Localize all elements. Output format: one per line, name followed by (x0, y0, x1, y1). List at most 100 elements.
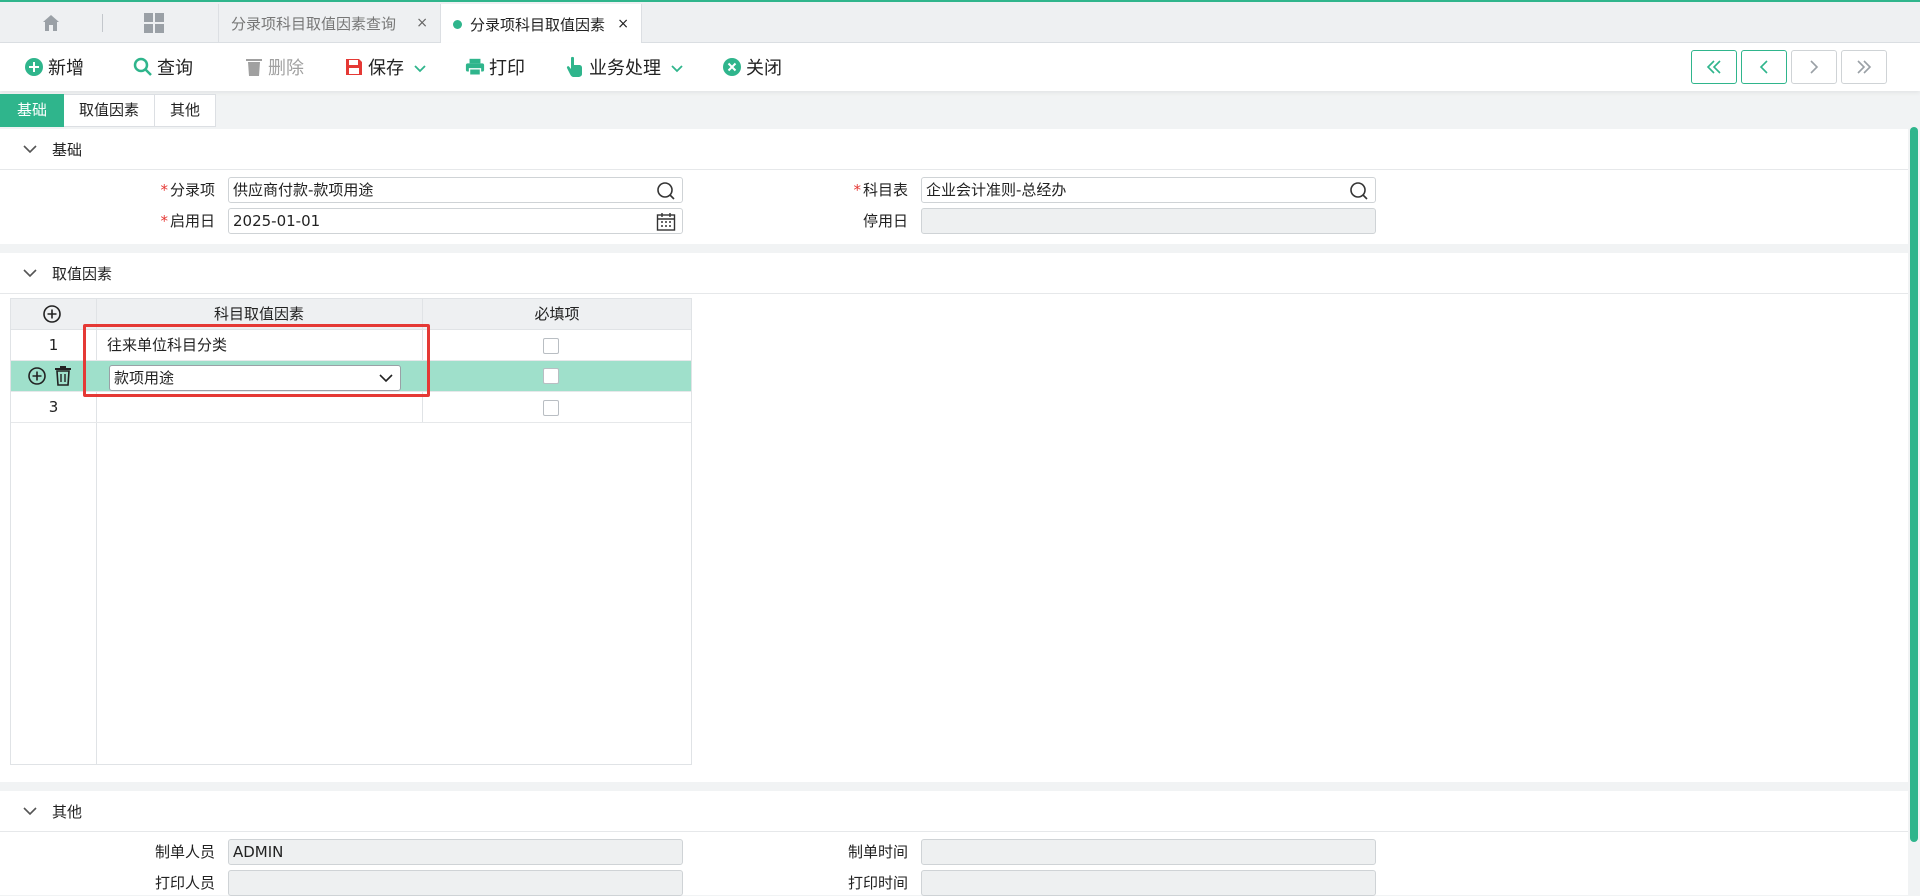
tab-factor-edit[interactable]: 分录项科目取值因素 × (440, 4, 642, 44)
new-button-label: 新增 (48, 58, 84, 79)
stop-date-field (921, 208, 1376, 234)
insert-row-icon[interactable] (27, 366, 47, 390)
last-record-button[interactable] (1841, 50, 1887, 84)
delete-button[interactable]: 删除 (244, 55, 304, 79)
stop-date-label: 停用日 (862, 212, 908, 230)
grid-col-required: 必填项 (534, 305, 580, 323)
chevron-left-icon (1759, 60, 1768, 74)
basic-section-title: 基础 (52, 140, 83, 159)
next-record-button[interactable] (1791, 50, 1837, 84)
chevron-down-icon (20, 806, 40, 816)
tab-factor-query[interactable]: 分录项科目取值因素查询 × (218, 4, 440, 42)
basic-panel: 基础 * 分录项 供应商付款-款项用途 * 科目表 企业会计准则-总经办 * 启用日 … (0, 129, 1908, 244)
required-mark: * (853, 181, 861, 199)
creator-label: 制单人员 (154, 843, 215, 861)
table-row[interactable]: 3 (11, 392, 691, 423)
entry-item-label: * 分录项 (105, 177, 215, 203)
business-button-label: 业务处理 (589, 58, 661, 79)
grid-col-factor: 科目取值因素 (213, 305, 304, 323)
tab-bar: 分录项科目取值因素查询 × 分录项科目取值因素 × (0, 2, 1920, 44)
query-button[interactable]: 查询 (133, 55, 193, 79)
row-number: 3 (48, 398, 59, 416)
chevron-down-icon[interactable] (414, 57, 426, 78)
scrollbar-thumb[interactable] (1910, 127, 1918, 842)
row-number: 1 (48, 336, 59, 354)
print-button-label: 打印 (489, 58, 525, 79)
row-factor[interactable]: 往来单位科目分类 (107, 330, 407, 361)
subtab-other[interactable]: 其他 (155, 94, 217, 127)
close-button-label: 关闭 (746, 58, 782, 79)
table-row-selected[interactable]: 款项用途 (11, 361, 691, 392)
chevron-down-icon (20, 268, 40, 278)
required-checkbox[interactable] (543, 338, 559, 354)
account-table-value: 企业会计准则-总经办 (926, 181, 1067, 199)
creator-field: ADMIN (228, 839, 683, 865)
business-button[interactable]: 业务处理 (565, 55, 683, 79)
search-icon[interactable] (655, 180, 677, 202)
factors-grid: 科目取值因素 必填项 1 往来单位科目分类 款项用途 3 (10, 298, 692, 765)
create-time-label: 制单时间 (847, 843, 908, 861)
save-button[interactable]: 保存 (344, 55, 426, 79)
table-row[interactable]: 1 往来单位科目分类 (11, 330, 691, 361)
search-icon (133, 57, 153, 77)
active-dot-icon (453, 19, 462, 29)
delete-button-label: 删除 (268, 58, 304, 79)
query-button-label: 查询 (157, 58, 193, 79)
entry-item-field[interactable]: 供应商付款-款项用途 (228, 177, 683, 203)
print-time-label: 打印时间 (847, 874, 908, 892)
factor-select-value: 款项用途 (114, 369, 175, 387)
grid-header: 科目取值因素 必填项 (11, 299, 691, 330)
close-icon[interactable]: × (416, 15, 428, 31)
other-section-header[interactable]: 其他 (0, 791, 1908, 832)
trash-icon[interactable] (54, 366, 72, 390)
subtab-factors[interactable]: 取值因素 (64, 94, 156, 127)
save-icon (344, 57, 364, 77)
tab-separator (102, 14, 103, 32)
required-mark: * (160, 181, 168, 199)
first-record-button[interactable] (1691, 50, 1737, 84)
tab-factor-edit-label: 分录项科目取值因素 (470, 15, 606, 34)
toolbar: 新增 查询 删除 保存 打印 业务处理 关闭 (0, 43, 1920, 91)
grid-apps-icon[interactable] (141, 10, 167, 36)
entry-item-label-text: 分录项 (169, 181, 215, 199)
start-date-value: 2025-01-01 (233, 212, 321, 230)
double-chevron-right-icon (1857, 60, 1872, 74)
print-button[interactable]: 打印 (465, 55, 525, 79)
form-subtabs: 基础 取值因素 其他 (0, 94, 217, 127)
start-date-label-text: 启用日 (169, 212, 215, 230)
subtab-basic[interactable]: 基础 (0, 94, 65, 127)
required-checkbox[interactable] (543, 368, 559, 384)
vertical-scrollbar[interactable] (1908, 125, 1920, 895)
account-table-field[interactable]: 企业会计准则-总经办 (921, 177, 1376, 203)
tab-factor-query-label: 分录项科目取值因素查询 (231, 14, 397, 33)
chevron-down-icon (20, 144, 40, 154)
printer-label: 打印人员 (154, 874, 215, 892)
printer-icon (465, 57, 485, 77)
create-time-field (921, 839, 1376, 865)
start-date-field[interactable]: 2025-01-01 (228, 208, 683, 234)
factor-select[interactable]: 款项用途 (109, 365, 401, 391)
factors-section-header[interactable]: 取值因素 (0, 253, 1908, 294)
home-icon[interactable] (38, 10, 64, 36)
row-factor[interactable] (107, 392, 407, 423)
other-section-title: 其他 (52, 802, 83, 821)
required-checkbox[interactable] (543, 400, 559, 416)
entry-item-value: 供应商付款-款项用途 (233, 181, 374, 199)
printer-field (228, 870, 683, 896)
search-icon[interactable] (1348, 180, 1370, 202)
close-circle-icon (722, 57, 742, 77)
basic-section-header[interactable]: 基础 (0, 129, 1908, 170)
add-row-icon[interactable] (42, 304, 62, 328)
factors-section-title: 取值因素 (52, 264, 113, 283)
chevron-down-icon[interactable] (671, 57, 683, 78)
start-date-label: * 启用日 (105, 208, 215, 234)
save-button-label: 保存 (368, 58, 404, 79)
close-button[interactable]: 关闭 (722, 55, 782, 79)
chevron-right-icon (1810, 60, 1819, 74)
chevron-down-icon[interactable] (378, 369, 394, 393)
close-icon[interactable]: × (617, 16, 629, 32)
account-table-label: * 科目表 (798, 177, 908, 203)
prev-record-button[interactable] (1741, 50, 1787, 84)
calendar-icon[interactable] (655, 211, 677, 233)
new-button[interactable]: 新增 (24, 55, 84, 79)
